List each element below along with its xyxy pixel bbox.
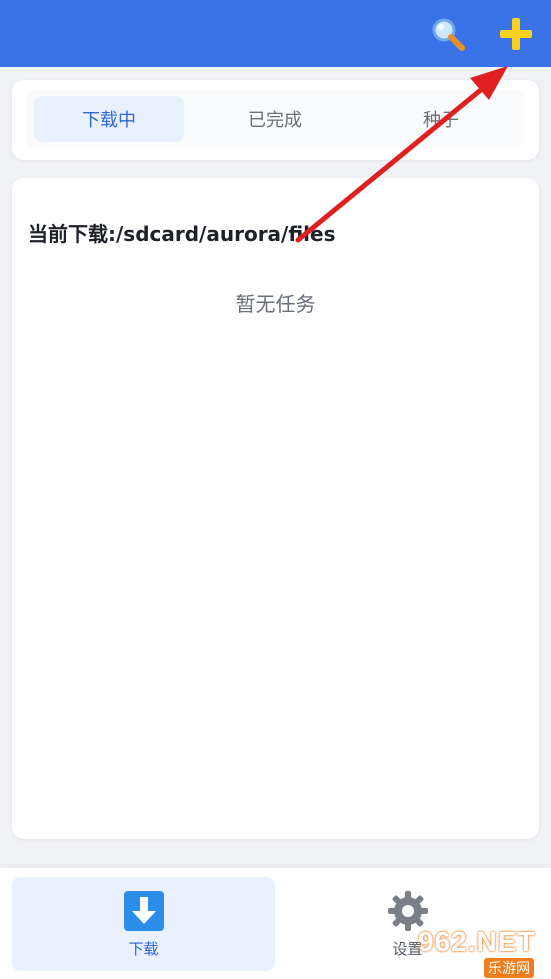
watermark-logo: 962.NET 乐游网 [418,926,548,978]
download-icon [123,890,164,931]
empty-state-text: 暂无任务 [235,292,316,316]
tab-downloading[interactable]: 下载中 [34,96,184,142]
watermark-text: 962.NET [418,926,536,957]
add-button[interactable] [496,14,536,54]
watermark-subtext: 乐游网 [484,958,534,978]
search-icon [432,18,465,51]
search-button[interactable] [428,14,468,54]
tabs-card: 下载中 已完成 种子 [12,80,539,160]
download-list-card: 当前下载:/sdcard/aurora/files 暂无任务 [12,178,539,839]
tab-completed[interactable]: 已完成 [200,96,350,142]
download-path-label: 当前下载:/sdcard/aurora/files [28,222,336,246]
nav-label-download: 下载 [128,939,159,958]
plus-icon [500,18,532,50]
top-app-bar [0,0,551,67]
tab-bar: 下载中 已完成 种子 [26,90,524,148]
nav-item-download[interactable]: 下载 [12,877,275,971]
tab-torrents[interactable]: 种子 [366,96,516,142]
